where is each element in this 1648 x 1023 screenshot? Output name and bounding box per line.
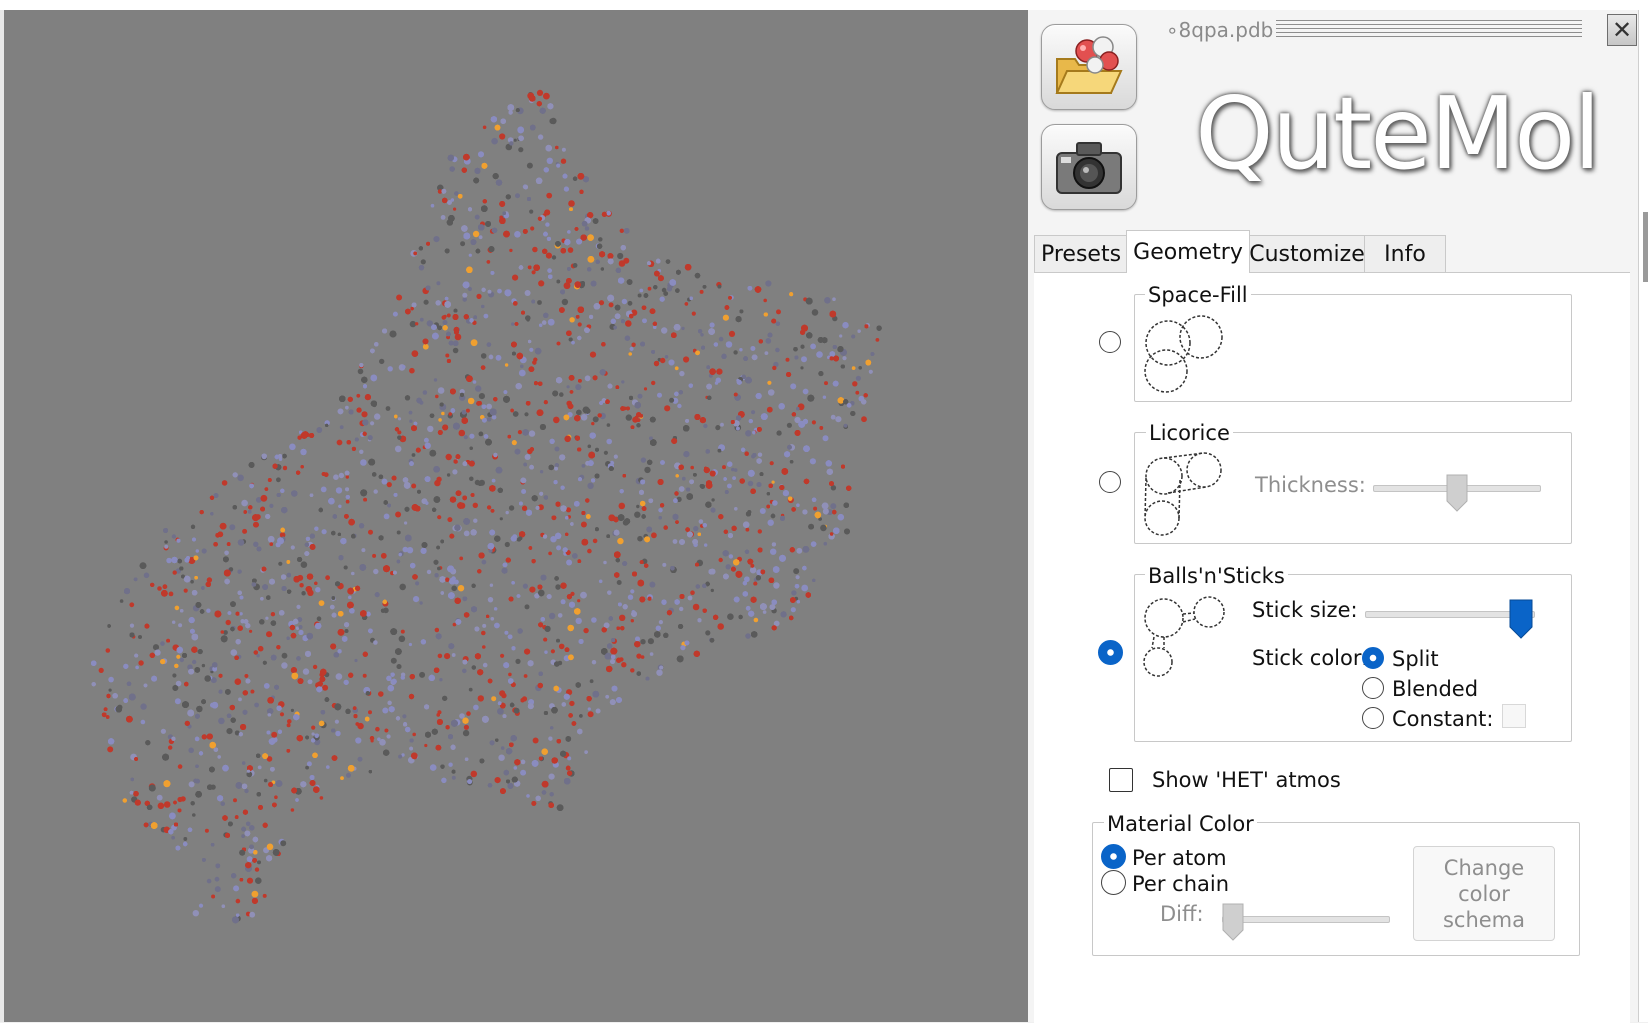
stick-color-blended-label: Blended	[1392, 677, 1478, 701]
per-atom-radio[interactable]	[1101, 844, 1126, 869]
window-title-filename: ∘8qpa.pdb	[1166, 18, 1273, 42]
window-top-strip	[0, 0, 1648, 10]
edge-scroll-marker	[1643, 212, 1648, 282]
per-chain-radio[interactable]	[1101, 870, 1126, 895]
stick-color-label: Stick color:	[1252, 646, 1368, 670]
diff-slider-thumb[interactable]	[1222, 903, 1244, 941]
ballsnsticks-icon	[1140, 592, 1230, 682]
close-icon: ✕	[1612, 18, 1632, 42]
material-color-title: Material Color	[1104, 812, 1257, 836]
stick-color-split-radio[interactable]	[1362, 647, 1384, 669]
licorice-radio[interactable]	[1099, 471, 1121, 493]
spacefill-icon	[1140, 308, 1230, 398]
licorice-title: Licorice	[1146, 421, 1233, 445]
snapshot-button[interactable]	[1041, 124, 1137, 210]
spacefill-title: Space-Fill	[1145, 283, 1251, 307]
molecule-viewport[interactable]	[4, 10, 1028, 1022]
stick-size-label: Stick size:	[1252, 598, 1358, 622]
tab-geometry[interactable]: Geometry	[1126, 230, 1250, 273]
thickness-label: Thickness:	[1255, 473, 1366, 497]
constant-color-swatch[interactable]	[1502, 704, 1526, 728]
close-button[interactable]: ✕	[1607, 14, 1637, 46]
app-logo: QuteMol	[1195, 75, 1599, 192]
tab-info[interactable]: Info	[1364, 235, 1446, 272]
right-edge	[1638, 10, 1648, 1022]
stick-color-split-label: Split	[1392, 647, 1439, 671]
stick-color-constant-label: Constant:	[1392, 707, 1493, 731]
molecule-render	[4, 10, 1028, 1022]
stick-color-blended-radio[interactable]	[1362, 677, 1384, 699]
show-het-label: Show 'HET' atmos	[1152, 768, 1341, 792]
change-color-schema-button[interactable]: Change color schema	[1413, 846, 1555, 941]
licorice-icon	[1140, 446, 1230, 538]
title-bar-grip[interactable]	[1276, 20, 1582, 38]
ballsnsticks-title: Balls'n'Sticks	[1145, 564, 1288, 588]
tab-customize[interactable]: Customize	[1248, 235, 1366, 272]
diff-slider[interactable]	[1222, 916, 1390, 923]
open-file-button[interactable]	[1041, 24, 1137, 110]
per-atom-label: Per atom	[1132, 846, 1227, 870]
show-het-checkbox[interactable]	[1109, 768, 1133, 792]
stick-size-slider-thumb[interactable]	[1509, 599, 1533, 639]
camera-icon	[1047, 129, 1131, 205]
open-folder-molecule-icon	[1047, 29, 1131, 105]
diff-label: Diff:	[1160, 902, 1204, 926]
spacefill-radio[interactable]	[1099, 331, 1121, 353]
tab-presets[interactable]: Presets	[1034, 235, 1128, 272]
thickness-slider-thumb[interactable]	[1446, 474, 1468, 512]
stick-color-constant-radio[interactable]	[1362, 707, 1384, 729]
ballsnsticks-radio[interactable]	[1098, 640, 1123, 665]
per-chain-label: Per chain	[1132, 872, 1229, 896]
